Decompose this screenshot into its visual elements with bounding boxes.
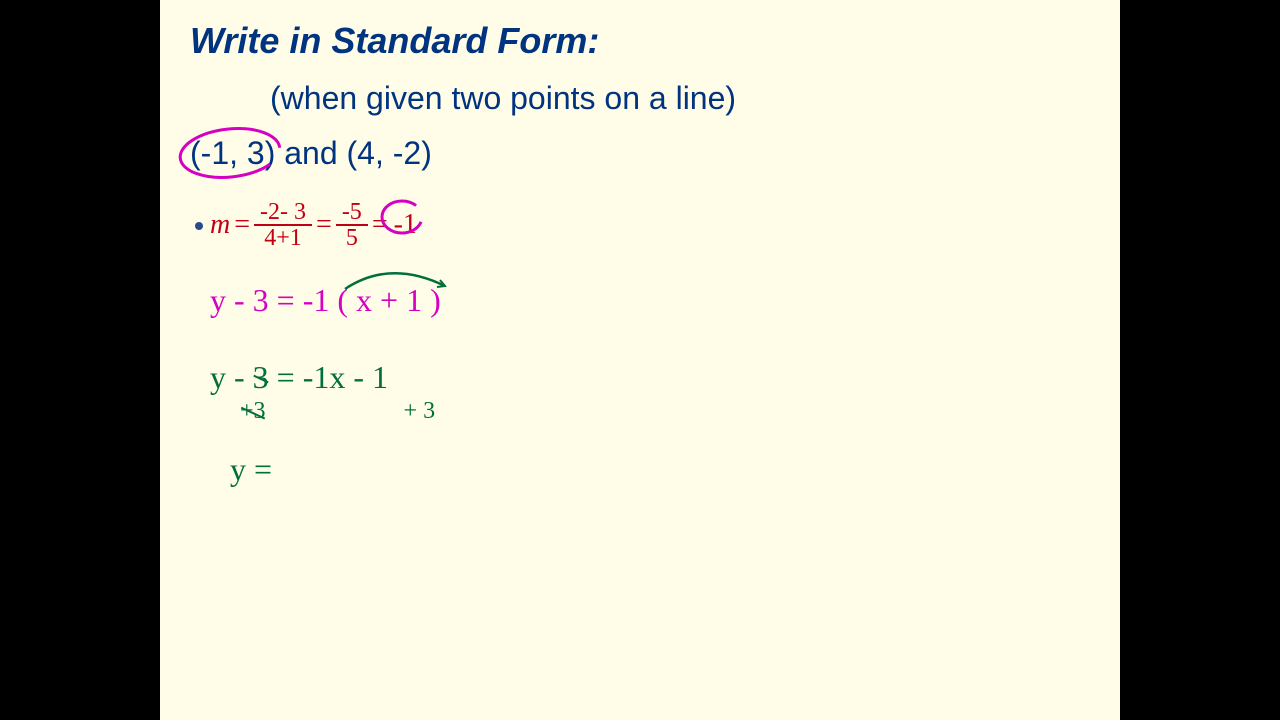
distribute-rest: = -1x - 1 <box>269 359 388 395</box>
fraction-two: -5 5 <box>336 200 368 250</box>
circle-icon <box>380 197 428 237</box>
fraction-numerator: -5 <box>336 200 368 226</box>
y-minus: y - <box>210 359 253 395</box>
subtitle: (when given two points on a line) <box>270 80 1090 117</box>
final-step: y = <box>230 451 1090 488</box>
struck-plus-three: +3 <box>240 398 266 425</box>
circle-icon <box>174 125 294 181</box>
bullet-icon <box>195 222 203 230</box>
fraction-one: -2- 3 4+1 <box>254 200 312 250</box>
points-row: (-1, 3) and (4, -2) <box>190 135 1090 172</box>
fraction-denominator: 4+1 <box>258 226 308 250</box>
equals: = <box>234 209 250 241</box>
point-one: (-1, 3) <box>190 135 275 172</box>
slope-result: -1 <box>388 207 423 243</box>
plus-three-right: + 3 <box>404 398 436 424</box>
gap <box>266 398 404 424</box>
point-two: (4, -2) <box>347 135 432 171</box>
fraction-numerator: -2- 3 <box>254 200 312 226</box>
whiteboard-canvas: Write in Standard Form: (when given two … <box>160 0 1120 720</box>
slope-m-label: m <box>210 209 230 241</box>
fraction-denominator: 5 <box>340 226 364 250</box>
distribute-arc-icon <box>340 264 450 294</box>
point-slope-equation: y - 3 = -1 ( x + 1 ) <box>210 282 1090 319</box>
slope-calculation: m = -2- 3 4+1 = -5 5 = -1 <box>200 200 1090 250</box>
add-three-step: +3 + 3 <box>240 398 1090 425</box>
equals: = <box>316 209 332 241</box>
distribute-step: y - 3 = -1x - 1 <box>210 359 1090 396</box>
struck-three: 3 <box>253 359 269 396</box>
page-title: Write in Standard Form: <box>190 20 1090 62</box>
